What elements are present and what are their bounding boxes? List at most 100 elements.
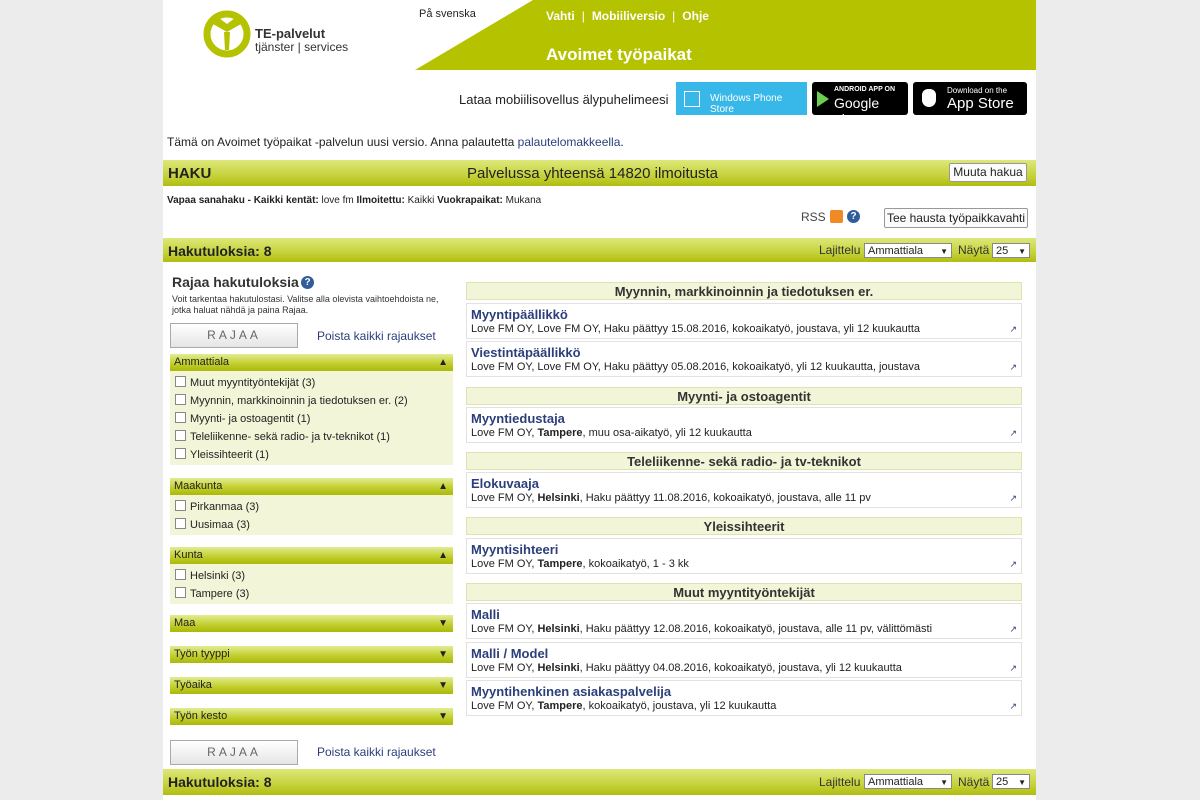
sort-select-value: Ammattiala xyxy=(868,776,924,788)
external-link-icon[interactable]: ↗ xyxy=(1009,428,1017,439)
job-listing[interactable]: Malli / Model Love FM OY, Helsinki, Haku… xyxy=(466,642,1022,678)
filter-group-header[interactable]: Maakunta ▲ xyxy=(170,478,453,495)
apply-filter-button[interactable]: RAJAA xyxy=(170,323,298,348)
filter-group-header[interactable]: Työn kesto ▼ xyxy=(170,708,453,725)
filter-option[interactable]: Myynti- ja ostoagentit (1) xyxy=(170,410,453,428)
external-link-icon[interactable]: ↗ xyxy=(1009,362,1017,373)
help-icon[interactable]: ? xyxy=(301,276,314,289)
external-link-icon[interactable]: ↗ xyxy=(1009,559,1017,570)
job-details: Love FM OY, Helsinki, Haku päättyy 11.08… xyxy=(471,491,1021,505)
sort-label: Lajittelu xyxy=(819,775,861,789)
external-link-icon[interactable]: ↗ xyxy=(1009,663,1017,674)
job-listing[interactable]: Elokuvaaja Love FM OY, Helsinki, Haku pä… xyxy=(466,472,1022,508)
feedback-form-link[interactable]: palautelomakkeella xyxy=(518,135,621,149)
filter-group-header[interactable]: Työaika ▼ xyxy=(170,677,453,694)
filter-option[interactable]: Tampere (3) xyxy=(170,585,453,603)
sort-select[interactable]: Ammattiala ▼ xyxy=(864,774,952,789)
filter-option-label: Myynti- ja ostoagentit (1) xyxy=(190,413,311,425)
filter-group-title: Maa xyxy=(174,617,196,629)
google-play-icon xyxy=(817,91,829,107)
job-title-link[interactable]: Myyntihenkinen asiakaspalvelija xyxy=(471,685,1021,699)
filter-group-title: Maakunta xyxy=(174,480,223,492)
external-link-icon[interactable]: ↗ xyxy=(1009,624,1017,635)
clear-filters-link[interactable]: Poista kaikki rajaukset xyxy=(317,329,436,343)
notice-end: . xyxy=(620,135,624,149)
job-detail-text: Love FM OY, Love FM OY, Haku päättyy 05.… xyxy=(471,361,921,373)
create-job-alert-button[interactable]: Tee hausta työpaikkavahti xyxy=(884,208,1028,228)
filter-group-header[interactable]: Maa ▼ xyxy=(170,615,453,632)
filter-option[interactable]: Myynnin, markkinoinnin ja tiedotuksen er… xyxy=(170,392,453,410)
job-title-link[interactable]: Myyntiedustaja xyxy=(471,412,1021,426)
filter-option[interactable]: Muut myyntityöntekijät (3) xyxy=(170,374,453,392)
windows-phone-store-button[interactable]: Windows Phone Store xyxy=(676,82,807,115)
filter-sidebar: Rajaa hakutuloksia ? Voit tarkentaa haku… xyxy=(170,262,453,767)
job-details: Love FM OY, Helsinki, Haku päättyy 12.08… xyxy=(471,622,1021,636)
rss-feed-icon[interactable] xyxy=(830,210,843,223)
nav-mobiiliversio-link[interactable]: Mobiiliversio xyxy=(592,9,665,23)
job-listing[interactable]: Malli Love FM OY, Helsinki, Haku päättyy… xyxy=(466,603,1022,639)
job-detail-text: , Haku päättyy 04.08.2016, kokoaikatyö, … xyxy=(579,662,902,674)
swedish-language-link[interactable]: På svenska xyxy=(419,8,476,20)
filter-option[interactable]: Pirkanmaa (3) xyxy=(170,498,453,516)
mobile-app-row: Lataa mobiilisovellus älypuhelimeesi Win… xyxy=(163,80,1036,127)
job-title-link[interactable]: Malli / Model xyxy=(471,647,1021,661)
nav-ohje-link[interactable]: Ohje xyxy=(682,9,709,23)
filter-group-title: Työn kesto xyxy=(174,710,228,722)
external-link-icon[interactable]: ↗ xyxy=(1009,324,1017,335)
job-listing[interactable]: Myyntisihteeri Love FM OY, Tampere, koko… xyxy=(466,538,1022,574)
sort-select-value: Ammattiala xyxy=(868,245,924,257)
checkbox[interactable] xyxy=(175,587,186,598)
google-play-small-label: ANDROID APP ON xyxy=(834,86,896,93)
filter-option[interactable]: Helsinki (3) xyxy=(170,567,453,585)
job-title-link[interactable]: Viestintäpäällikkö xyxy=(471,346,1021,360)
job-detail-text: Love FM OY, xyxy=(471,427,538,439)
job-listing[interactable]: Myyntiedustaja Love FM OY, Tampere, muu … xyxy=(466,407,1022,443)
nav-separator: | xyxy=(581,9,585,23)
job-title-link[interactable]: Malli xyxy=(471,608,1021,622)
filter-group-title: Työaika xyxy=(174,679,212,691)
filter-group-header[interactable]: Kunta ▲ xyxy=(170,547,453,564)
checkbox[interactable] xyxy=(175,569,186,580)
job-detail-text: Love FM OY, xyxy=(471,700,538,712)
chevron-up-icon: ▲ xyxy=(438,481,448,492)
sort-select[interactable]: Ammattiala ▼ xyxy=(864,243,952,258)
job-detail-text: , muu osa-aikatyö, yli 12 kuukautta xyxy=(582,427,752,439)
job-listing[interactable]: Viestintäpäällikkö Love FM OY, Love FM O… xyxy=(466,341,1022,377)
filter-option[interactable]: Uusimaa (3) xyxy=(170,516,453,534)
checkbox[interactable] xyxy=(175,430,186,441)
checkbox[interactable] xyxy=(175,518,186,529)
checkbox[interactable] xyxy=(175,394,186,405)
help-icon[interactable]: ? xyxy=(847,210,860,223)
clear-filters-link[interactable]: Poista kaikki rajaukset xyxy=(317,745,436,759)
page-size-label: Näytä xyxy=(958,243,990,257)
google-play-button[interactable]: ANDROID APP ON Google play xyxy=(812,82,908,127)
modify-search-button[interactable]: Muuta hakua xyxy=(949,163,1027,182)
checkbox[interactable] xyxy=(175,500,186,511)
job-listing[interactable]: Myyntihenkinen asiakaspalvelija Love FM … xyxy=(466,680,1022,716)
filter-group-header[interactable]: Työn tyyppi ▼ xyxy=(170,646,453,663)
job-title-link[interactable]: Myyntisihteeri xyxy=(471,543,1021,557)
apply-filter-button[interactable]: RAJAA xyxy=(170,740,298,765)
rss-link[interactable]: RSS xyxy=(801,210,826,224)
external-link-icon[interactable]: ↗ xyxy=(1009,493,1017,504)
job-listing[interactable]: Myyntipäällikkö Love FM OY, Love FM OY, … xyxy=(466,303,1022,339)
checkbox[interactable] xyxy=(175,376,186,387)
external-link-icon[interactable]: ↗ xyxy=(1009,701,1017,712)
chevron-up-icon: ▲ xyxy=(438,357,448,368)
checkbox[interactable] xyxy=(175,412,186,423)
filter-group-header[interactable]: Ammattiala ▲ xyxy=(170,354,453,371)
page-size-select[interactable]: 25 ▼ xyxy=(992,243,1030,258)
filter-options: Pirkanmaa (3) Uusimaa (3) xyxy=(170,495,453,535)
notice-text: Tämä on Avoimet työpaikat -palvelun uusi… xyxy=(167,135,518,149)
app-store-button[interactable]: Download on the App Store xyxy=(913,82,1027,115)
filter-option[interactable]: Teleliikenne- sekä radio- ja tv-teknikot… xyxy=(170,428,453,446)
checkbox[interactable] xyxy=(175,448,186,459)
job-title-link[interactable]: Myyntipäällikkö xyxy=(471,308,1021,322)
app-store-small-label: Download on the xyxy=(947,86,1008,95)
page-size-select[interactable]: 25 ▼ xyxy=(992,774,1030,789)
results-count: Hakutuloksia: 8 xyxy=(168,243,272,259)
job-title-link[interactable]: Elokuvaaja xyxy=(471,477,1021,491)
nav-vahti-link[interactable]: Vahti xyxy=(546,9,575,23)
filter-option[interactable]: Yleissihteerit (1) xyxy=(170,446,453,464)
job-details: Love FM OY, Helsinki, Haku päättyy 04.08… xyxy=(471,661,1021,675)
